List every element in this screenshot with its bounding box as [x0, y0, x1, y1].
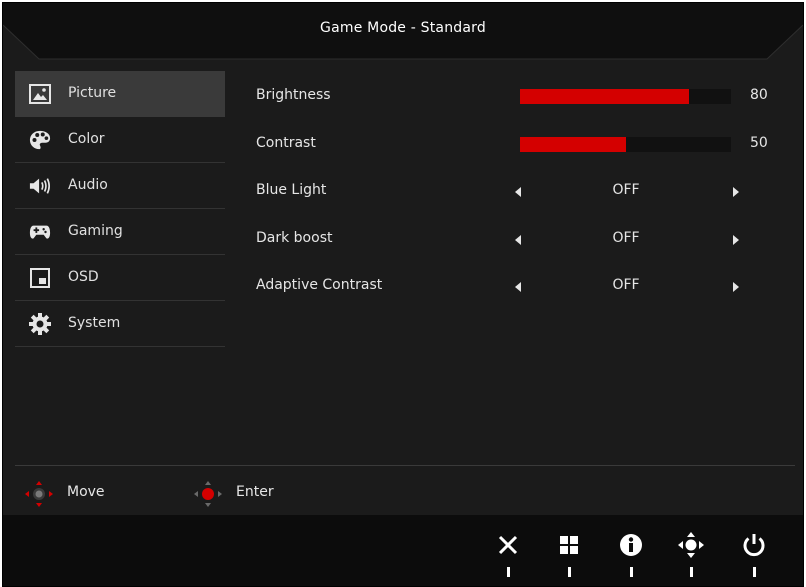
sidebar-item-picture[interactable]: Picture — [15, 71, 225, 117]
title-bar: Game Mode - Standard — [3, 3, 803, 61]
sidebar-item-system[interactable]: System — [15, 301, 225, 347]
blue-light-value: OFF — [612, 182, 640, 198]
brightness-row[interactable]: Brightness 80 — [256, 73, 796, 121]
gamepad-icon — [29, 221, 51, 243]
dpad-move-icon — [25, 481, 53, 511]
navigation-button[interactable] — [671, 529, 711, 581]
close-icon — [488, 529, 528, 561]
button-marker — [507, 567, 510, 577]
contrast-value: 50 — [750, 134, 768, 151]
brightness-slider-fill — [520, 89, 689, 104]
contrast-label: Contrast — [256, 134, 316, 151]
picture-icon — [29, 83, 51, 105]
adaptive-contrast-value: OFF — [612, 277, 640, 293]
brightness-label: Brightness — [256, 87, 331, 103]
osd-window-icon — [29, 267, 51, 289]
sidebar-item-osd[interactable]: OSD — [15, 255, 225, 301]
power-icon — [734, 529, 774, 561]
dark-boost-row[interactable]: Dark boost OFF — [256, 216, 796, 264]
sidebar-item-label: OSD — [68, 269, 99, 285]
arrow-left-icon[interactable] — [515, 234, 521, 245]
dpad-enter-icon — [194, 481, 222, 511]
dark-boost-value: OFF — [612, 229, 640, 246]
gear-icon — [29, 313, 51, 335]
contrast-slider[interactable] — [520, 136, 731, 152]
sidebar-item-audio[interactable]: Audio — [15, 163, 225, 209]
button-marker — [690, 567, 693, 577]
brightness-value: 80 — [750, 87, 768, 103]
blue-light-label: Blue Light — [256, 182, 327, 198]
button-marker — [753, 567, 756, 577]
sidebar-item-label: System — [68, 315, 121, 331]
brightness-slider[interactable] — [520, 89, 731, 104]
close-button[interactable] — [488, 529, 528, 581]
arrow-left-icon[interactable] — [515, 187, 521, 197]
arrow-right-icon[interactable] — [733, 234, 739, 245]
button-marker — [630, 567, 633, 577]
info-button[interactable] — [611, 529, 651, 581]
power-button[interactable] — [734, 529, 774, 581]
sidebar-item-label: Picture — [68, 85, 117, 101]
adaptive-contrast-row[interactable]: Adaptive Contrast OFF — [256, 263, 796, 311]
move-hint-label: Move — [67, 484, 105, 500]
hardware-button-panel — [3, 515, 803, 586]
osd-menu: Game Mode - Standard Picture Color Audio… — [2, 2, 804, 587]
dark-boost-label: Dark boost — [256, 229, 333, 246]
sidebar-item-label: Color — [68, 131, 105, 147]
menu-grid-icon — [549, 529, 589, 561]
arrow-right-icon[interactable] — [733, 282, 739, 292]
settings-panel: Brightness 80 Contrast 50 Blue Light OFF… — [256, 73, 796, 311]
palette-icon — [29, 129, 51, 151]
sidebar-item-color[interactable]: Color — [15, 117, 225, 163]
contrast-row[interactable]: Contrast 50 — [256, 121, 796, 169]
speaker-icon — [29, 175, 51, 197]
sidebar-item-label: Gaming — [68, 223, 123, 239]
divider — [15, 465, 795, 466]
info-icon — [611, 529, 651, 561]
sidebar-item-gaming[interactable]: Gaming — [15, 209, 225, 255]
contrast-slider-fill — [520, 136, 626, 152]
button-marker — [568, 567, 571, 577]
menu-button[interactable] — [549, 529, 589, 581]
menu-title: Game Mode - Standard — [320, 20, 486, 36]
arrow-left-icon[interactable] — [515, 282, 521, 292]
navigation-pad-icon — [671, 529, 711, 561]
blue-light-row[interactable]: Blue Light OFF — [256, 168, 796, 216]
sidebar: Picture Color Audio Gaming OSD System — [15, 71, 225, 347]
adaptive-contrast-label: Adaptive Contrast — [256, 277, 383, 293]
enter-hint-label: Enter — [236, 484, 274, 500]
sidebar-item-label: Audio — [68, 177, 108, 193]
arrow-right-icon[interactable] — [733, 187, 739, 197]
